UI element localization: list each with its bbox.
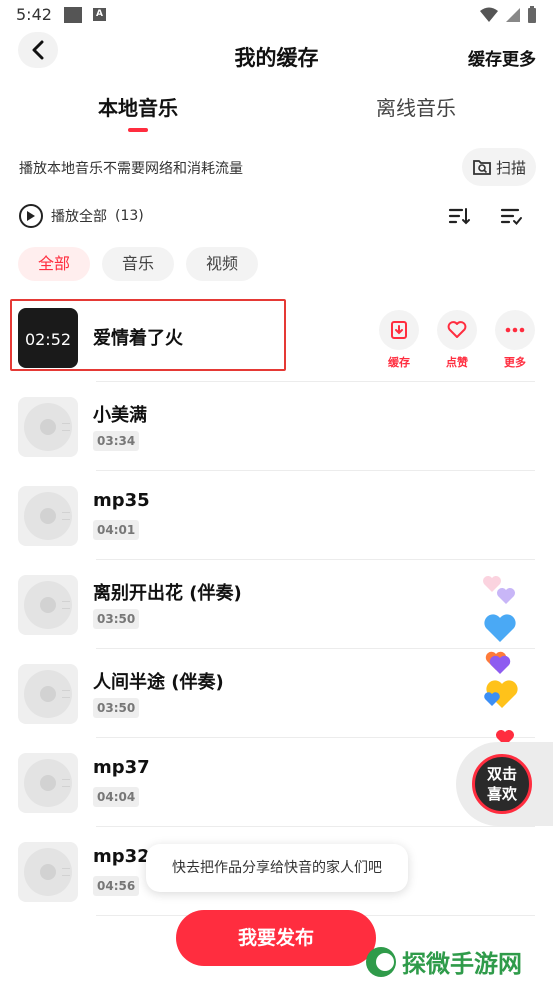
duration-badge: 03:34: [93, 431, 140, 451]
double-tap-like-button[interactable]: 双击 喜欢: [456, 742, 553, 826]
like-bubble-line2: 喜欢: [486, 785, 517, 803]
watermark-logo-icon: [366, 946, 396, 977]
duration-badge: 04:56: [93, 876, 140, 896]
more-action-button[interactable]: 更多: [495, 310, 535, 370]
play-icon: [19, 204, 43, 228]
scan-button[interactable]: 扫描: [462, 148, 536, 186]
signal-icon: [506, 8, 520, 22]
scan-folder-icon: [473, 160, 491, 175]
publish-button[interactable]: 我要发布: [176, 910, 376, 966]
like-bubble-line1: 双击: [486, 765, 517, 783]
tab-local-music[interactable]: 本地音乐: [98, 92, 178, 121]
sort-icon[interactable]: [447, 204, 471, 228]
more-icon: [505, 327, 525, 333]
cache-more-button[interactable]: 缓存更多: [468, 45, 536, 70]
selected-song-highlight: [10, 299, 286, 371]
local-music-notice: 播放本地音乐不需要网络和消耗流量: [19, 161, 243, 177]
filter-chips: 全部 音乐 视频: [18, 247, 259, 281]
download-icon: [391, 321, 407, 339]
more-action-label: 更多: [504, 356, 526, 369]
row-divider: [96, 470, 535, 471]
song-cover: [18, 486, 78, 546]
play-all-count: (13): [115, 208, 144, 224]
row-divider: [96, 648, 535, 649]
watermark: 探微手游网: [366, 944, 522, 979]
multi-select-icon[interactable]: [499, 204, 523, 228]
row-divider: [96, 381, 535, 382]
song-row[interactable]: 离别开出花 (伴奏) 03:50: [0, 561, 553, 649]
song-title: 人间半途 (伴奏): [93, 672, 224, 693]
filter-music[interactable]: 音乐: [102, 247, 175, 281]
song-title: 离别开出花 (伴奏): [93, 583, 242, 604]
top-bar: 我的缓存 缓存更多: [0, 32, 553, 82]
notification-a-icon: A: [93, 8, 106, 21]
battery-icon: [528, 6, 536, 23]
watermark-text: 探微手游网: [402, 950, 522, 978]
song-title: mp32: [93, 846, 150, 867]
song-row[interactable]: mp35 04:01: [0, 472, 553, 560]
song-title: mp37: [93, 757, 150, 778]
duration-badge: 04:04: [93, 787, 140, 807]
cache-action-label: 缓存: [388, 356, 410, 369]
tab-bar: 本地音乐 离线音乐: [0, 92, 553, 140]
like-action-button[interactable]: 点赞: [437, 310, 477, 370]
duration-badge: 04:01: [93, 520, 140, 540]
play-all-label: 播放全部: [51, 209, 107, 225]
song-cover: [18, 575, 78, 635]
song-cover: [18, 664, 78, 724]
song-row[interactable]: 小美满 03:34: [0, 383, 553, 471]
filter-video[interactable]: 视频: [186, 247, 259, 281]
like-bubble-inner: 双击 喜欢: [472, 754, 532, 814]
duration-badge: 03:50: [93, 609, 140, 629]
tab-indicator: [128, 128, 148, 132]
song-title: 小美满: [93, 405, 147, 426]
row-divider: [96, 559, 535, 560]
tab-offline-music[interactable]: 离线音乐: [376, 92, 456, 121]
song-row[interactable]: 人间半途 (伴奏) 03:50: [0, 650, 553, 738]
song-cover: [18, 753, 78, 813]
song-cover: [18, 842, 78, 902]
like-action-label: 点赞: [446, 356, 468, 369]
wifi-icon: [480, 7, 498, 22]
row-divider: [96, 737, 535, 738]
cache-action-button[interactable]: 缓存: [379, 310, 419, 370]
row-divider: [96, 826, 535, 827]
duration-badge: 03:50: [93, 698, 140, 718]
share-tooltip: 快去把作品分享给快音的家人们吧: [146, 844, 408, 892]
play-all-button[interactable]: 播放全部 (13): [19, 204, 144, 228]
status-time: 5:42: [16, 5, 52, 24]
scan-label: 扫描: [495, 158, 526, 177]
song-cover: [18, 397, 78, 457]
filter-all[interactable]: 全部: [18, 247, 91, 281]
heart-icon: [447, 321, 467, 338]
notification-square-icon: [64, 7, 82, 23]
song-title: mp35: [93, 490, 150, 511]
status-bar: 5:42 A: [0, 0, 553, 32]
floating-hearts-decoration: [483, 576, 518, 746]
